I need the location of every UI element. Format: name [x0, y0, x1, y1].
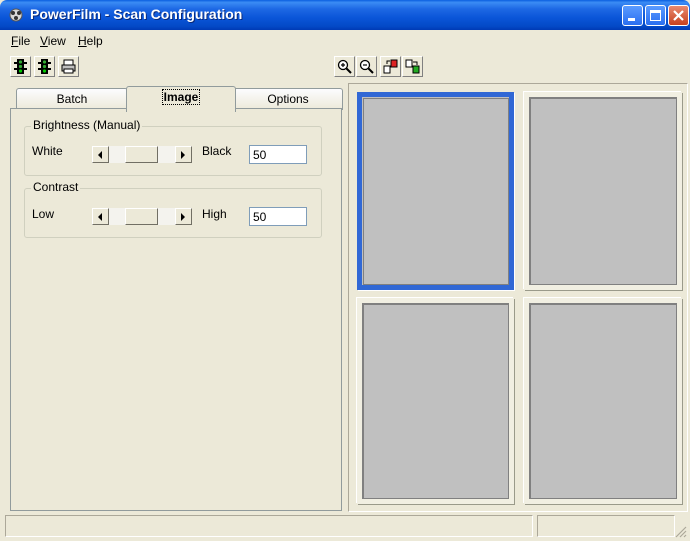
brightness-decrease-button[interactable] — [92, 146, 109, 163]
contrast-slider[interactable] — [92, 208, 192, 225]
brightness-value-input[interactable] — [249, 145, 307, 164]
tab-batch-label: Batch — [56, 92, 88, 106]
tab-options-label: Options — [267, 92, 309, 106]
brightness-group: Brightness (Manual) White Black — [24, 118, 322, 176]
minimize-button[interactable] — [622, 5, 643, 26]
swap-frames-icon — [383, 59, 398, 74]
tab-image[interactable]: Image — [126, 86, 236, 112]
resize-grip-icon[interactable] — [675, 526, 687, 538]
preview-frame-3[interactable] — [357, 298, 514, 504]
zoom-in-button[interactable] — [334, 56, 355, 77]
start-scan-button[interactable] — [10, 56, 31, 77]
contrast-high-label: High — [202, 207, 227, 221]
preview-frame-image — [363, 98, 509, 285]
zoom-out-button[interactable] — [356, 56, 377, 77]
traffic-light-icon — [14, 59, 27, 74]
swap-frames-button[interactable] — [380, 56, 401, 77]
brightness-group-label: Brightness (Manual) — [31, 118, 143, 132]
minimize-icon — [628, 18, 635, 21]
brightness-black-label: Black — [202, 144, 232, 158]
contrast-group: Contrast Low High — [24, 180, 322, 238]
preview-area — [348, 83, 688, 512]
tab-batch[interactable]: Batch — [16, 88, 128, 110]
contrast-value-input[interactable] — [249, 207, 307, 226]
menu-bar: File View Help — [0, 31, 690, 50]
status-bar — [0, 515, 690, 541]
preview-frame-image — [363, 304, 509, 499]
menu-view[interactable]: View — [40, 34, 66, 48]
contrast-decrease-button[interactable] — [92, 208, 109, 225]
brightness-increase-button[interactable] — [175, 146, 192, 163]
status-pane-secondary — [537, 515, 675, 537]
brightness-white-label: White — [32, 144, 63, 158]
tab-image-label: Image — [161, 89, 201, 105]
print-icon — [61, 59, 76, 74]
close-button[interactable] — [668, 5, 689, 26]
tab-options[interactable]: Options — [233, 88, 343, 110]
zoom-out-icon — [359, 59, 374, 74]
title-bar[interactable]: PowerFilm - Scan Configuration — [0, 0, 690, 30]
close-icon — [673, 10, 684, 21]
brightness-slider[interactable] — [92, 146, 192, 163]
contrast-increase-button[interactable] — [175, 208, 192, 225]
app-icon — [9, 8, 23, 22]
stop-scan-button[interactable] — [34, 56, 55, 77]
zoom-in-icon — [337, 59, 352, 74]
arrow-left-icon — [98, 151, 102, 159]
arrange-frames-icon — [405, 59, 420, 74]
print-button[interactable] — [58, 56, 79, 77]
preview-frame-image — [530, 304, 677, 499]
traffic-light-icon — [38, 59, 51, 74]
arrow-right-icon — [181, 151, 185, 159]
contrast-group-label: Contrast — [31, 180, 81, 194]
arrow-right-icon — [181, 213, 185, 221]
status-pane-main — [5, 515, 533, 537]
arrange-frames-button[interactable] — [402, 56, 423, 77]
maximize-icon — [650, 10, 661, 21]
preview-frame-1[interactable] — [357, 92, 514, 290]
preview-frame-image — [530, 98, 677, 285]
brightness-slider-thumb[interactable] — [125, 146, 158, 163]
window-title: PowerFilm - Scan Configuration — [30, 6, 243, 22]
menu-file[interactable]: File — [11, 34, 30, 48]
arrow-left-icon — [98, 213, 102, 221]
preview-frame-4[interactable] — [524, 298, 682, 504]
contrast-slider-thumb[interactable] — [125, 208, 158, 225]
menu-help[interactable]: Help — [78, 34, 103, 48]
preview-frame-2[interactable] — [524, 92, 682, 290]
contrast-low-label: Low — [32, 207, 55, 221]
maximize-button[interactable] — [645, 5, 666, 26]
